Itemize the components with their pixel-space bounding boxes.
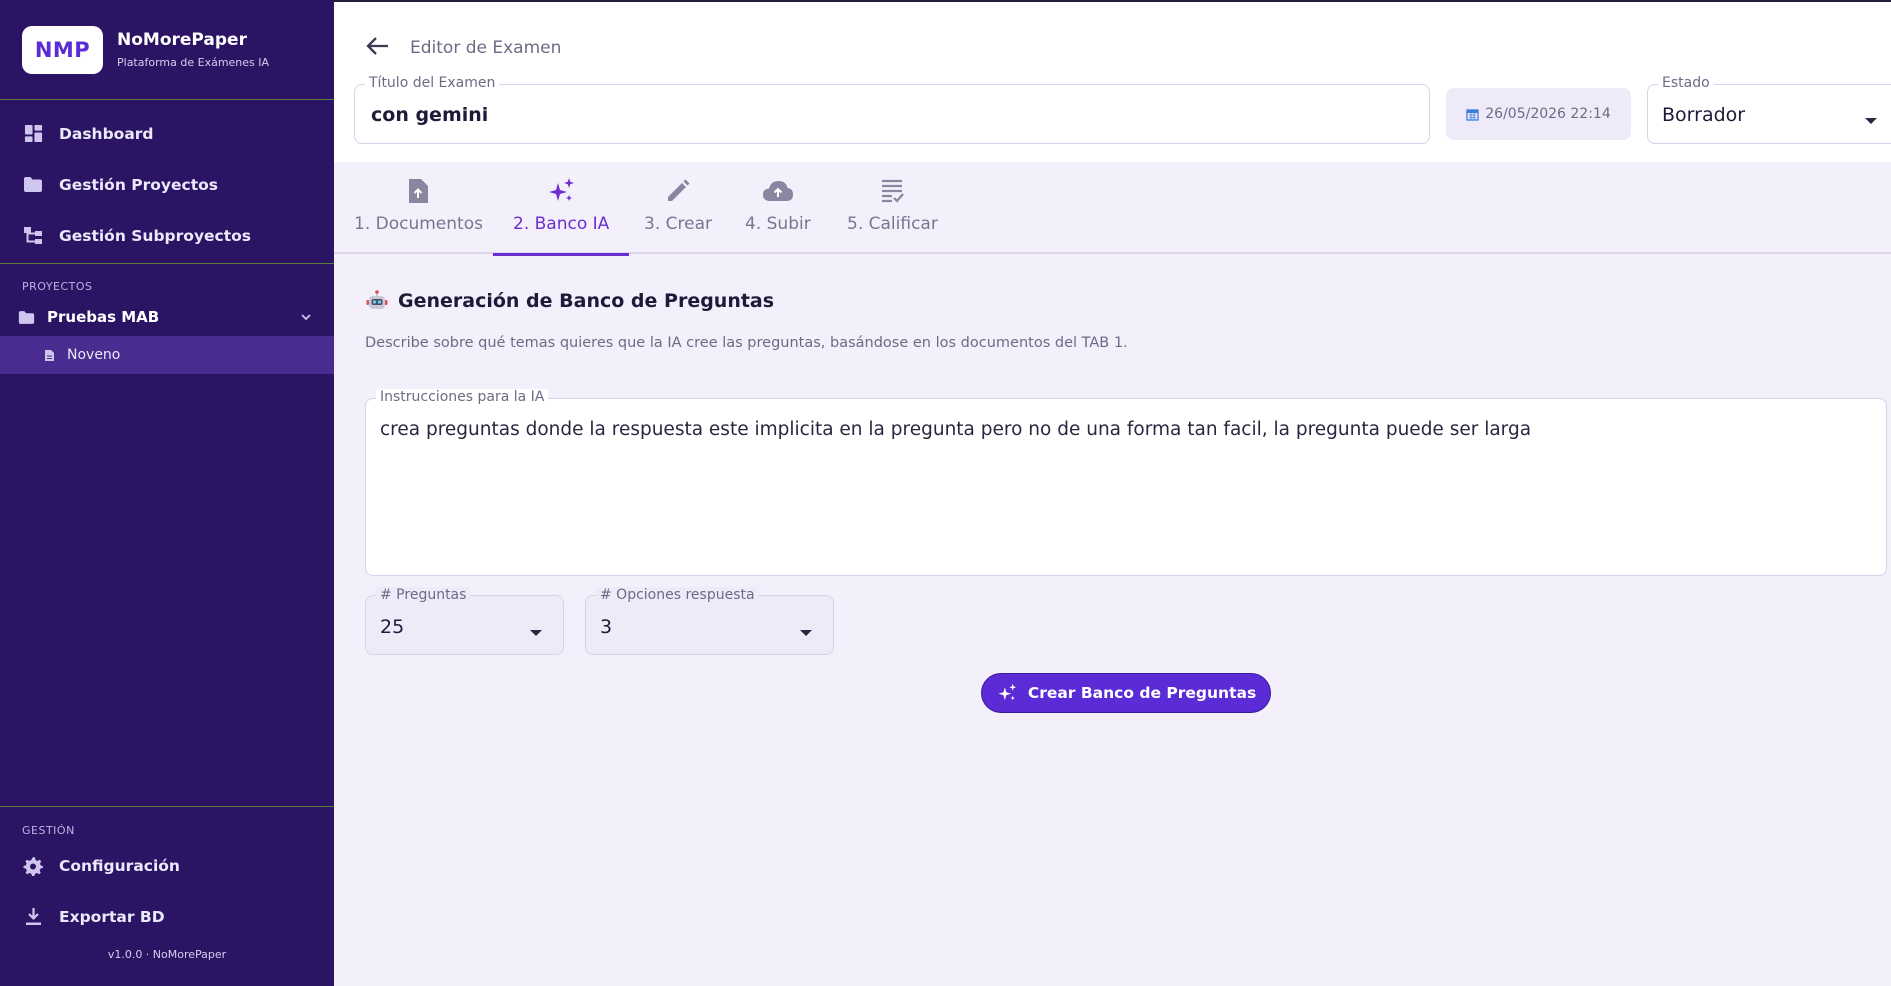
chevron-down-icon[interactable]	[300, 309, 312, 327]
ai-instructions-label: Instrucciones para la IA	[376, 389, 549, 405]
caret-down-icon	[1864, 110, 1878, 129]
answer-options-label: # Opciones respuesta	[596, 587, 759, 603]
tab-label: 1. Documentos	[354, 214, 483, 234]
sparkles-icon	[546, 176, 576, 206]
questions-count-label: # Preguntas	[376, 587, 471, 603]
questions-count-select[interactable]: # Preguntas 25	[365, 587, 564, 655]
nav-label-settings: Configuración	[59, 856, 180, 875]
nav-label-dashboard: Dashboard	[59, 124, 154, 143]
checklist-icon	[880, 176, 905, 206]
main-nav: Dashboard Gestión Proyectos Gestión Subp…	[0, 100, 334, 261]
sparkles-icon	[996, 683, 1018, 703]
folder-icon	[22, 174, 44, 196]
document-icon	[44, 349, 55, 362]
ai-instructions-value[interactable]: crea preguntas donde la respuesta este i…	[380, 419, 1531, 440]
dashboard-icon	[22, 123, 44, 145]
sidebar: NMP NoMorePaper Plataforma de Exámenes I…	[0, 0, 334, 986]
nav-item-export[interactable]: Exportar BD	[0, 891, 334, 942]
nav-label-projects: Gestión Proyectos	[59, 175, 219, 194]
nav-item-dashboard[interactable]: Dashboard	[0, 108, 334, 159]
date-badge: 26/05/2026 22:14	[1446, 88, 1631, 140]
ai-instructions-textarea[interactable]: Instrucciones para la IA crea preguntas …	[365, 389, 1887, 576]
nav-item-settings[interactable]: Configuración	[0, 840, 334, 891]
tab-banco-ia[interactable]: 2. Banco IA	[492, 176, 630, 256]
tab-calificar[interactable]: 5. Calificar	[847, 176, 938, 254]
download-icon	[22, 906, 44, 928]
brand-subtitle: Plataforma de Exámenes IA	[117, 56, 270, 69]
pencil-icon	[665, 176, 691, 206]
tab-subir[interactable]: 4. Subir	[745, 176, 811, 254]
exam-title-field[interactable]: Título del Examen con gemini	[354, 75, 1430, 144]
create-bank-button[interactable]: Crear Banco de Preguntas	[981, 673, 1271, 713]
subproject-label: Noveno	[67, 347, 121, 363]
section-description: Describe sobre qué temas quieres que la …	[365, 335, 1128, 351]
sidebar-footer: GESTIÓN Configuración Exportar BD v1.0.0…	[0, 806, 334, 961]
tab-crear[interactable]: 3. Crear	[644, 176, 712, 254]
nav-item-projects[interactable]: Gestión Proyectos	[0, 159, 334, 210]
date-value: 26/05/2026 22:14	[1485, 106, 1611, 122]
tab-documentos[interactable]: 1. Documentos	[354, 176, 483, 254]
projects-section-label: PROYECTOS	[22, 280, 93, 293]
status-value: Borrador	[1662, 104, 1746, 126]
brand-logo: NMP	[22, 25, 103, 74]
tab-label: 3. Crear	[644, 214, 712, 234]
status-label: Estado	[1658, 75, 1714, 91]
section-title: Generación de Banco de Preguntas	[366, 290, 774, 312]
answer-options-value: 3	[600, 616, 613, 638]
project-label: Pruebas MAB	[47, 308, 160, 326]
subproject-item-noveno[interactable]: Noveno	[0, 336, 334, 374]
calendar-icon	[1466, 108, 1479, 121]
tab-label: 2. Banco IA	[513, 214, 610, 234]
folder-icon	[18, 310, 35, 325]
tab-label: 5. Calificar	[847, 214, 938, 234]
cloud-upload-icon	[762, 176, 794, 206]
back-link[interactable]: Editor de Examen	[366, 36, 561, 60]
version-label: v1.0.0 · NoMorePaper	[107, 948, 227, 961]
answer-options-select[interactable]: # Opciones respuesta 3	[585, 587, 834, 655]
editor-header: Editor de Examen Título del Examen con g…	[334, 0, 1891, 162]
brand[interactable]: NMP NoMorePaper Plataforma de Exámenes I…	[0, 0, 334, 100]
status-select[interactable]: Estado Borrador	[1647, 75, 1891, 144]
project-item-pruebas-mab[interactable]: Pruebas MAB	[0, 298, 334, 336]
nav-label-subprojects: Gestión Subproyectos	[59, 226, 252, 245]
file-upload-icon	[407, 176, 429, 206]
section-title-text: Generación de Banco de Preguntas	[398, 290, 775, 312]
tree-icon	[22, 225, 44, 247]
caret-down-icon	[529, 622, 543, 641]
create-bank-button-label: Crear Banco de Preguntas	[1027, 684, 1257, 702]
bank-panel: Generación de Banco de Preguntas Describ…	[334, 256, 1891, 986]
gear-icon	[22, 855, 44, 877]
questions-count-value: 25	[380, 616, 405, 638]
brand-name: NoMorePaper	[117, 30, 247, 50]
nav-item-subprojects[interactable]: Gestión Subproyectos	[0, 210, 334, 261]
robot-icon	[366, 290, 388, 312]
exam-title-input[interactable]: con gemini	[371, 104, 488, 126]
exam-title-label: Título del Examen	[365, 75, 500, 91]
exam-tabs: 1. Documentos 2. Banco IA 3. Crear 4. Su…	[334, 162, 1891, 256]
management-section-label: GESTIÓN	[22, 824, 75, 837]
arrow-left-icon[interactable]	[366, 36, 390, 60]
page-title: Editor de Examen	[410, 38, 562, 58]
nav-label-export: Exportar BD	[59, 907, 165, 926]
caret-down-icon	[799, 622, 813, 641]
tab-label: 4. Subir	[745, 214, 811, 234]
